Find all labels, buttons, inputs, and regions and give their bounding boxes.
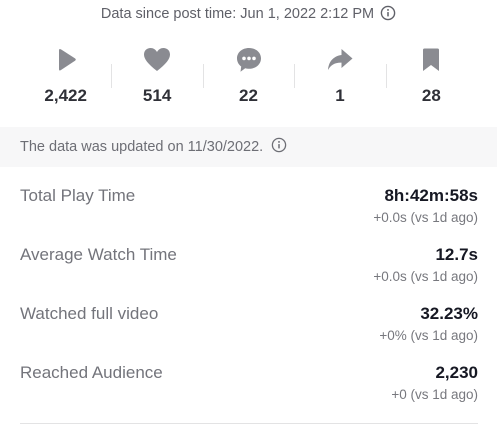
- stat-plays-value: 2,422: [44, 86, 87, 105]
- stat-shares: 1: [294, 42, 385, 112]
- metric-delta: +0.0s (vs 1d ago): [373, 210, 478, 225]
- stat-likes: 514: [111, 42, 202, 112]
- metric-label: Average Watch Time: [20, 245, 177, 264]
- metric-delta: +0% (vs 1d ago): [379, 328, 478, 343]
- metric-value: 2,230: [435, 363, 478, 382]
- metric-delta: +0.0s (vs 1d ago): [373, 269, 478, 284]
- metric-value: 32.23%: [420, 304, 478, 323]
- metric-label: Watched full video: [20, 304, 159, 323]
- metric-label: Total Play Time: [20, 186, 136, 205]
- stat-likes-value: 514: [142, 86, 172, 105]
- stat-saves-value: 28: [421, 86, 441, 105]
- data-since-header: Data since post time: Jun 1, 2022 2:12 P…: [0, 4, 497, 27]
- metric-total-play-time: Total Play Time 8h:42m:58s +0.0s (vs 1d …: [20, 185, 478, 231]
- stat-saves: 28: [385, 42, 477, 112]
- engagement-stats: 2,422 514 22 1 28: [20, 42, 477, 112]
- metric-value: 8h:42m:58s: [384, 186, 478, 205]
- metric-average-watch-time: Average Watch Time 12.7s +0.0s (vs 1d ag…: [20, 244, 478, 290]
- stat-shares-value: 1: [335, 86, 345, 105]
- metric-delta: +0 (vs 1d ago): [391, 387, 478, 402]
- data-updated-banner: The data was updated on 11/30/2022.: [0, 127, 497, 167]
- info-circle-icon[interactable]: [380, 5, 396, 27]
- heart-icon: [111, 42, 202, 78]
- stat-comments: 22: [202, 42, 294, 112]
- metric-label: Reached Audience: [20, 363, 163, 382]
- divider: [20, 423, 478, 424]
- share-icon: [294, 42, 385, 78]
- stat-comments-value: 22: [239, 86, 258, 105]
- metric-value: 12.7s: [435, 245, 478, 264]
- play-icon: [20, 42, 111, 78]
- data-updated-text: The data was updated on 11/30/2022.: [20, 139, 264, 155]
- stat-plays: 2,422: [20, 42, 111, 112]
- info-circle-icon[interactable]: [271, 137, 287, 157]
- metric-reached-audience: Reached Audience 2,230 +0 (vs 1d ago): [20, 362, 478, 408]
- bookmark-icon: [386, 42, 477, 78]
- comment-icon: [203, 42, 294, 78]
- metric-watched-full-video: Watched full video 32.23% +0% (vs 1d ago…: [20, 303, 478, 349]
- data-since-text: Data since post time: Jun 1, 2022 2:12 P…: [100, 6, 375, 22]
